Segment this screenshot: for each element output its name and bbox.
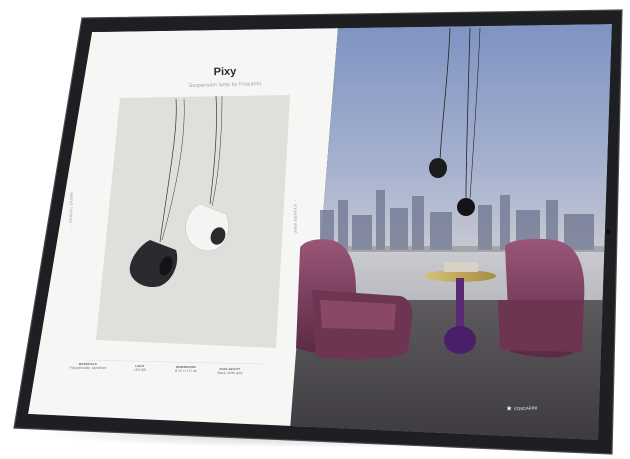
spec-value: Ø 13 × H 17 cm bbox=[174, 369, 198, 373]
spec-value: Polycarbonate, aluminium bbox=[69, 366, 107, 370]
star-icon: ★ bbox=[505, 405, 513, 413]
view-details-link[interactable]: VIEW DETAILS → bbox=[293, 198, 298, 233]
front-camera bbox=[606, 230, 610, 234]
brand-label: FOSCARINI bbox=[514, 404, 538, 411]
tablet-device bbox=[13, 9, 623, 455]
spec-light: LIGHT LED 8W bbox=[120, 364, 160, 372]
spec-value: LED 8W bbox=[134, 368, 146, 372]
armchair-right bbox=[498, 238, 585, 358]
tablet-mockup-stage: Pixy Suspension lamp by Foscarini ← SCRO… bbox=[0, 0, 630, 459]
pendant-lamp-dark bbox=[429, 158, 447, 178]
spec-value: Black, white, grey bbox=[217, 371, 243, 375]
spec-materials: MATERIALS Polycarbonate, aluminium bbox=[68, 362, 108, 370]
pendant-lamp-dark bbox=[457, 198, 475, 216]
brand-logo[interactable]: ★ FOSCARINI bbox=[506, 403, 537, 413]
spec-dimensions: DIMENSIONS Ø 13 × H 17 cm bbox=[166, 365, 206, 373]
spec-availability: AVAILABILITY Black, white, grey bbox=[210, 367, 250, 375]
